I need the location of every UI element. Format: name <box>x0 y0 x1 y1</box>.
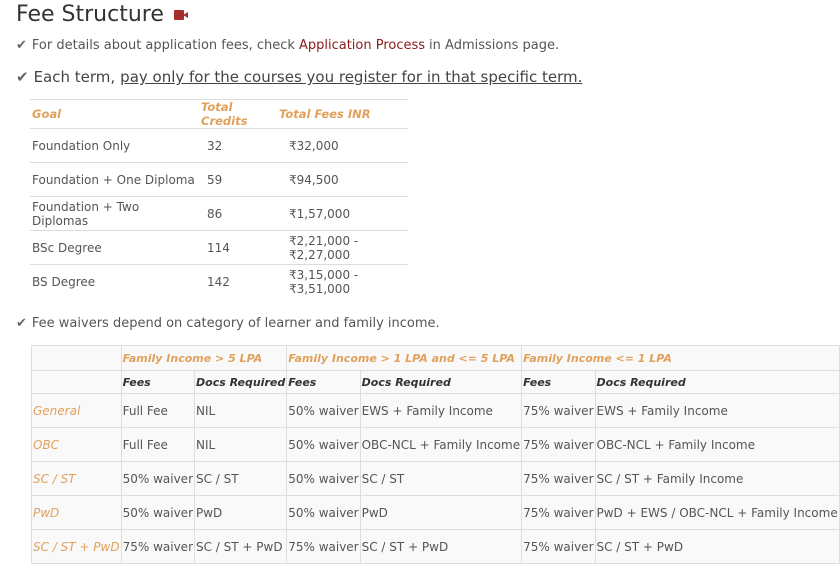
waiver-cell: PwD + EWS / OBC-NCL + Family Income <box>594 495 840 530</box>
check-icon: ✔ <box>16 38 27 53</box>
fees-cell-fees: ₹1,57,000 <box>277 196 408 231</box>
fees-cell-goal: Foundation Only <box>30 128 199 163</box>
waiver-cell: 50% waiver <box>286 393 361 428</box>
waiver-category: General <box>31 393 122 428</box>
note1-text-post: in Admissions page. <box>429 38 560 53</box>
table-row: BS Degree 142 ₹3,15,000 - ₹3,51,000 <box>30 264 408 298</box>
table-row: Foundation Only 32 ₹32,000 <box>30 128 408 163</box>
waiver-header-empty <box>31 345 122 371</box>
waiver-table: Family Income > 5 LPA Family Income > 1 … <box>31 345 840 564</box>
waiver-cell: SC / ST + PwD <box>193 529 288 564</box>
fees-cell-credits: 86 <box>199 196 277 231</box>
fees-header-goal: Goal <box>30 99 199 129</box>
waiver-subheader-fees: Fees <box>521 370 596 394</box>
waiver-cell: SC / ST + PwD <box>594 529 840 564</box>
waiver-cell: SC / ST <box>193 461 288 496</box>
table-row: Foundation + One Diploma 59 ₹94,500 <box>30 162 408 197</box>
waiver-cell: 50% waiver <box>286 427 361 462</box>
waiver-cell: SC / ST + PwD <box>359 529 523 564</box>
fees-cell-credits: 114 <box>199 230 277 265</box>
waiver-cell: EWS + Family Income <box>594 393 840 428</box>
waiver-subheader-docs: Docs Required <box>594 370 840 394</box>
waiver-subheader-fees: Fees <box>286 370 361 394</box>
table-row: OBC Full Fee NIL 50% waiver OBC-NCL + Fa… <box>31 427 840 462</box>
waiver-cell: SC / ST <box>359 461 523 496</box>
fees-cell-fees: ₹94,500 <box>277 162 408 197</box>
waiver-cell: OBC-NCL + Family Income <box>359 427 523 462</box>
waiver-cell: 75% waiver <box>521 427 596 462</box>
waiver-header-income-below-1: Family Income <= 1 LPA <box>521 345 840 371</box>
fees-cell-fees: ₹2,21,000 - ₹2,27,000 <box>277 230 408 265</box>
waiver-cell: 75% waiver <box>521 461 596 496</box>
fees-header-credits: Total Credits <box>199 99 277 129</box>
fees-cell-fees: ₹3,15,000 - ₹3,51,000 <box>277 264 408 298</box>
page-title-text: Fee Structure <box>16 2 164 27</box>
waiver-cell: 75% waiver <box>521 393 596 428</box>
fees-cell-fees: ₹32,000 <box>277 128 408 163</box>
waiver-cell: EWS + Family Income <box>359 393 523 428</box>
video-icon[interactable] <box>173 9 188 20</box>
note3-text: Fee waivers depend on category of learne… <box>31 316 440 331</box>
waiver-subheader-docs: Docs Required <box>359 370 523 394</box>
waiver-cell: 75% waiver <box>286 529 361 564</box>
fees-cell-credits: 59 <box>199 162 277 197</box>
check-icon: ✔ <box>16 68 29 86</box>
waiver-category: SC / ST + PwD <box>31 529 122 564</box>
waiver-sub-header-row: Fees Docs Required Fees Docs Required Fe… <box>31 370 840 394</box>
waiver-header-income-1-to-5: Family Income > 1 LPA and <= 5 LPA <box>286 345 523 371</box>
waiver-cell: PwD <box>193 495 288 530</box>
note1-text-pre: For details about application fees, chec… <box>31 38 295 53</box>
waiver-category: OBC <box>31 427 122 462</box>
term-payment-note: ✔ Each term, pay only for the courses yo… <box>16 68 582 86</box>
application-process-link[interactable]: Application Process <box>299 38 425 53</box>
waiver-cell: 75% waiver <box>521 495 596 530</box>
table-row: BSc Degree 114 ₹2,21,000 - ₹2,27,000 <box>30 230 408 265</box>
waiver-subheader-docs: Docs Required <box>193 370 288 394</box>
fee-waiver-note: ✔ Fee waivers depend on category of lear… <box>16 316 440 331</box>
waiver-category: SC / ST <box>31 461 122 496</box>
waiver-cell: Full Fee <box>120 427 196 462</box>
waiver-cell: 50% waiver <box>286 495 361 530</box>
waiver-cell: 50% waiver <box>286 461 361 496</box>
table-row: Foundation + Two Diplomas 86 ₹1,57,000 <box>30 196 408 231</box>
note2-underlined-text: pay only for the courses you register fo… <box>120 68 583 86</box>
fees-cell-goal: Foundation + Two Diplomas <box>30 196 199 231</box>
table-row: General Full Fee NIL 50% waiver EWS + Fa… <box>31 393 840 428</box>
waiver-header-income-above-5: Family Income > 5 LPA <box>120 345 288 371</box>
waiver-cell: NIL <box>193 427 288 462</box>
table-row: SC / ST + PwD 75% waiver SC / ST + PwD 7… <box>31 529 840 564</box>
note2-text-pre: Each term, <box>33 68 116 86</box>
waiver-cell: NIL <box>193 393 288 428</box>
waiver-cell: 75% waiver <box>120 529 196 564</box>
waiver-category: PwD <box>31 495 122 530</box>
waiver-group-header-row: Family Income > 5 LPA Family Income > 1 … <box>31 345 840 371</box>
waiver-cell: 50% waiver <box>120 461 196 496</box>
fees-header-fees: Total Fees INR <box>277 99 408 129</box>
waiver-cell: Full Fee <box>120 393 196 428</box>
table-row: PwD 50% waiver PwD 50% waiver PwD 75% wa… <box>31 495 840 530</box>
fees-table-header-row: Goal Total Credits Total Fees INR <box>30 99 408 129</box>
fees-cell-goal: BSc Degree <box>30 230 199 265</box>
waiver-cell: PwD <box>359 495 523 530</box>
fees-table: Goal Total Credits Total Fees INR Founda… <box>30 99 408 298</box>
waiver-cell: SC / ST + Family Income <box>594 461 840 496</box>
table-row: SC / ST 50% waiver SC / ST 50% waiver SC… <box>31 461 840 496</box>
waiver-subheader-empty <box>31 370 122 394</box>
waiver-cell: OBC-NCL + Family Income <box>594 427 840 462</box>
waiver-cell: 50% waiver <box>120 495 196 530</box>
application-fees-note: ✔ For details about application fees, ch… <box>16 38 559 53</box>
fees-cell-goal: BS Degree <box>30 264 199 298</box>
waiver-cell: 75% waiver <box>521 529 596 564</box>
check-icon: ✔ <box>16 316 27 331</box>
fees-cell-credits: 32 <box>199 128 277 163</box>
fees-cell-credits: 142 <box>199 264 277 298</box>
waiver-subheader-fees: Fees <box>120 370 196 394</box>
page-title: Fee Structure <box>16 2 188 27</box>
fees-cell-goal: Foundation + One Diploma <box>30 162 199 197</box>
